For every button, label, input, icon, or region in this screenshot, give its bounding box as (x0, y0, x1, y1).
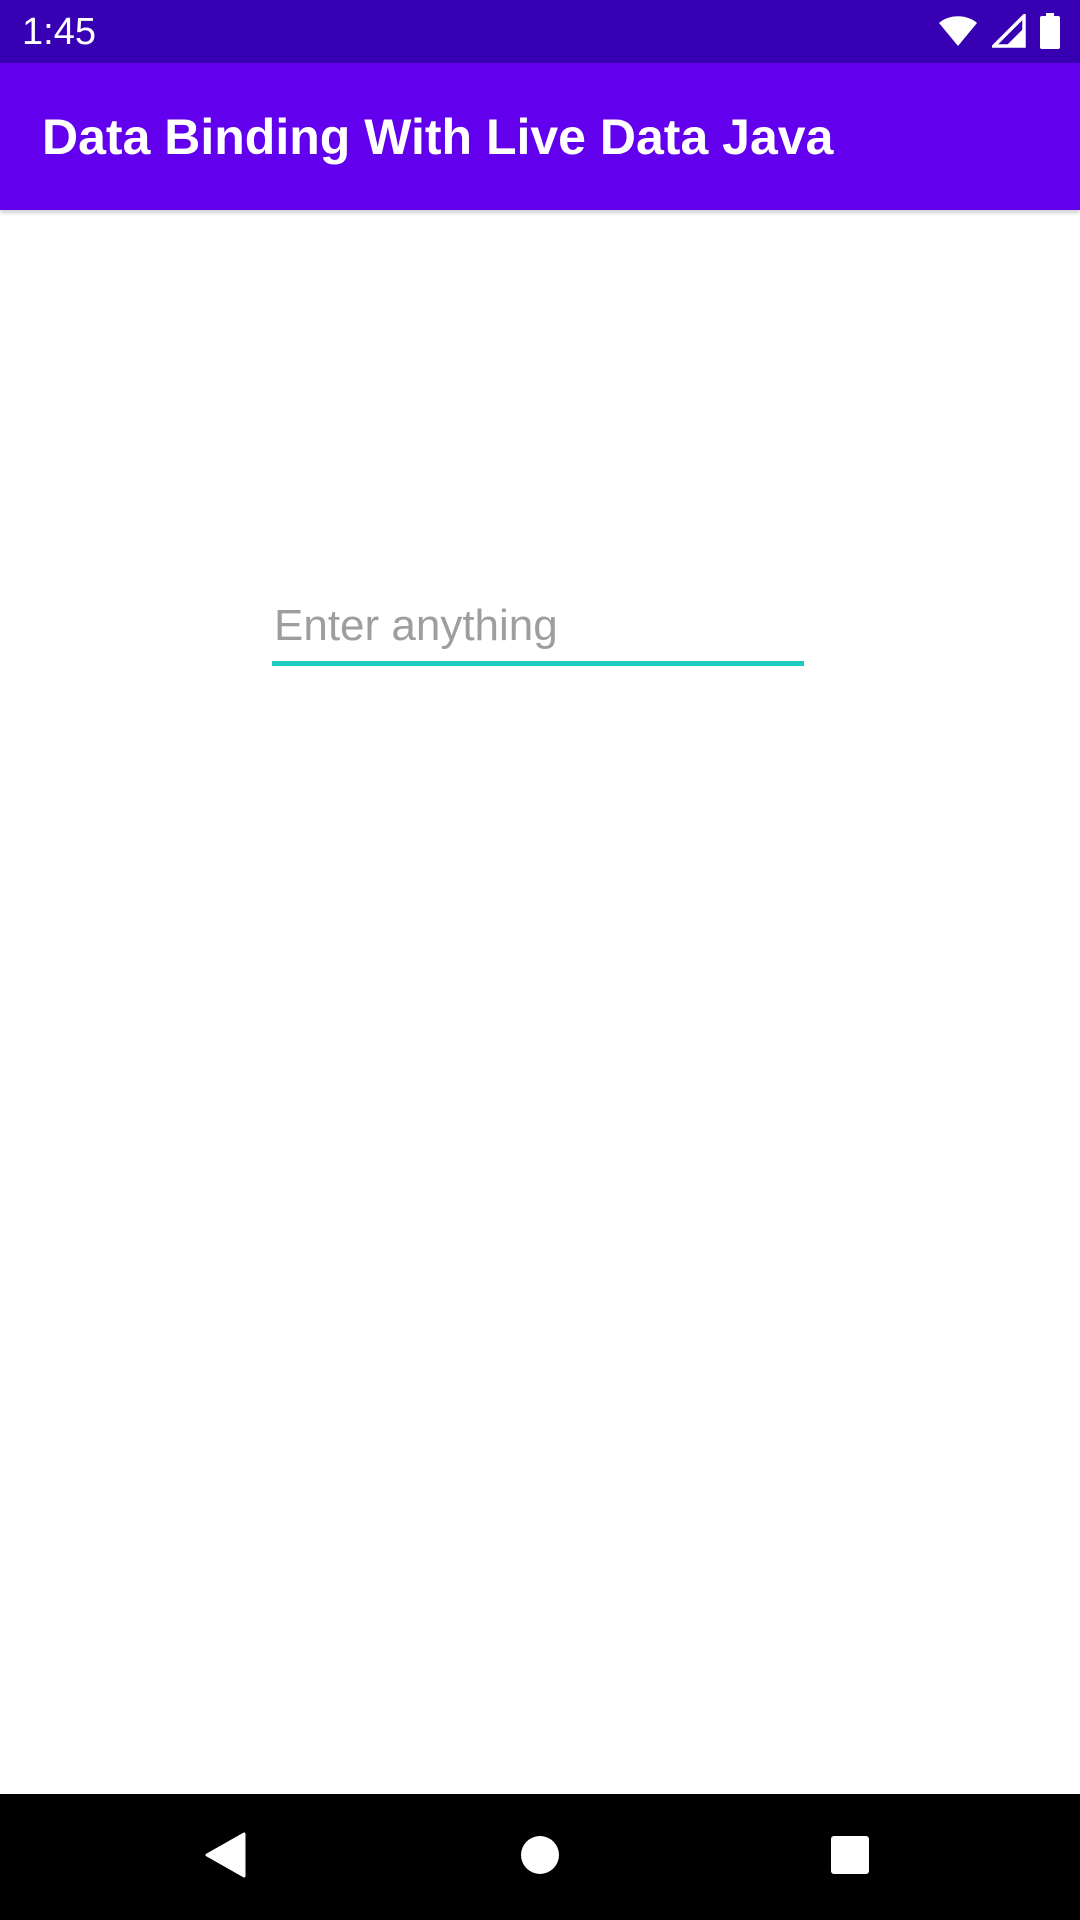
recents-button[interactable] (815, 1822, 885, 1892)
text-input-container[interactable] (272, 592, 804, 666)
wifi-icon (938, 15, 978, 47)
home-button[interactable] (505, 1822, 575, 1892)
cellular-signal-icon (992, 14, 1026, 48)
back-button[interactable] (190, 1822, 260, 1892)
back-icon (204, 1832, 246, 1883)
app-screen: 1:45 Data Binding With Live Data Java En… (0, 0, 1080, 1920)
text-input[interactable] (272, 592, 804, 660)
status-time: 1:45 (22, 11, 96, 53)
input-underline (272, 661, 804, 666)
status-bar: 1:45 (0, 0, 1080, 63)
status-icons (938, 13, 1060, 49)
app-bar: Data Binding With Live Data Java (0, 63, 1080, 210)
battery-icon (1040, 13, 1060, 49)
navigation-bar (0, 1794, 1080, 1920)
app-title: Data Binding With Live Data Java (42, 109, 834, 165)
home-icon (520, 1835, 560, 1880)
recents-icon (830, 1835, 870, 1880)
